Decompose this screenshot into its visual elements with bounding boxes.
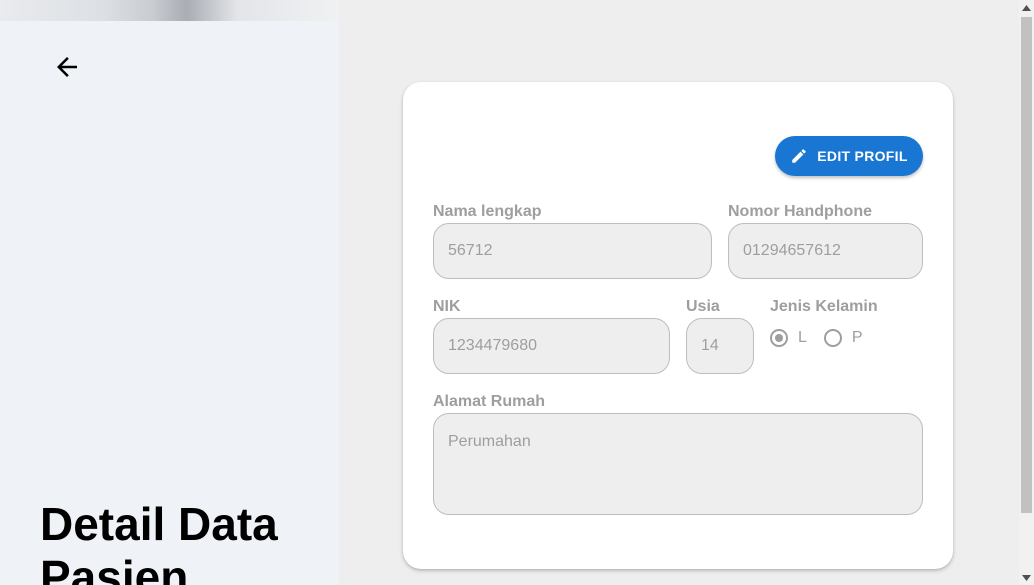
- back-button[interactable]: [48, 48, 86, 86]
- alamat-field[interactable]: Perumahan: [433, 413, 923, 515]
- header-image: [0, 0, 339, 21]
- scroll-up-icon[interactable]: [1019, 0, 1034, 15]
- phone-label: Nomor Handphone: [728, 203, 872, 220]
- phone-value: 01294657612: [743, 242, 841, 259]
- phone-field[interactable]: 01294657612: [728, 223, 923, 279]
- left-panel: Detail Data Pasien: [0, 0, 339, 585]
- arrow-left-icon: [57, 57, 77, 77]
- main-content: EDIT PROFIL Nama lengkap 56712 Nomor Han…: [339, 0, 1019, 585]
- gender-radio-l[interactable]: [770, 329, 788, 347]
- gender-label: Jenis Kelamin: [770, 298, 878, 315]
- nama-field[interactable]: 56712: [433, 223, 712, 279]
- usia-value: 14: [701, 337, 719, 354]
- alamat-label: Alamat Rumah: [433, 393, 546, 410]
- scroll-thumb[interactable]: [1021, 17, 1032, 513]
- usia-field[interactable]: 14: [686, 318, 754, 374]
- pencil-icon: [792, 149, 807, 163]
- edit-profile-label: EDIT PROFIL: [817, 148, 908, 164]
- vertical-scrollbar[interactable]: [1019, 0, 1034, 585]
- nama-value: 56712: [448, 242, 493, 259]
- nik-field[interactable]: 1234479680: [433, 318, 670, 374]
- gender-option-p-label: P: [851, 329, 863, 346]
- scroll-down-icon[interactable]: [1019, 570, 1034, 585]
- gender-option-l-label: L: [798, 329, 807, 346]
- alamat-value: Perumahan: [448, 433, 531, 450]
- nama-label: Nama lengkap: [433, 203, 542, 220]
- usia-label: Usia: [686, 298, 720, 315]
- patient-card: EDIT PROFIL Nama lengkap 56712 Nomor Han…: [403, 82, 953, 569]
- gender-radio-p[interactable]: [823, 329, 842, 347]
- page-title: Detail Data Pasien: [40, 498, 278, 585]
- nik-label: NIK: [433, 298, 461, 315]
- gender-radio-group: L P: [770, 329, 863, 347]
- edit-profile-button[interactable]: EDIT PROFIL: [775, 136, 923, 176]
- nik-value: 1234479680: [448, 337, 537, 354]
